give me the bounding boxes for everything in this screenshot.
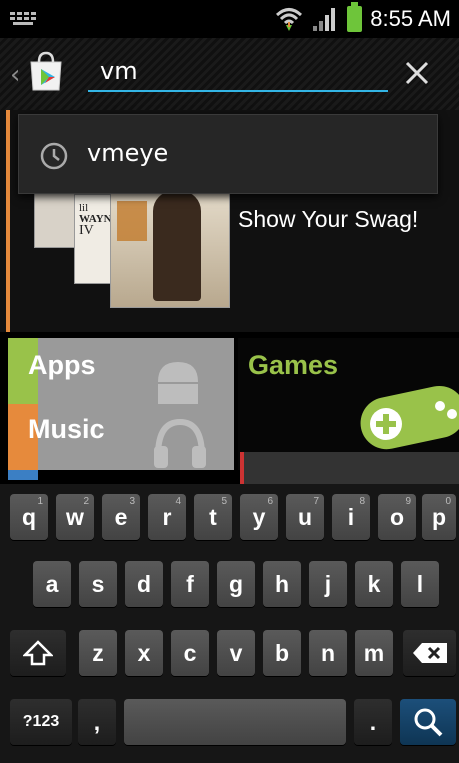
category-music-label: Music: [28, 414, 105, 444]
category-movies-tile[interactable]: [240, 452, 459, 484]
shift-arrow-icon: [23, 640, 53, 666]
key-p[interactable]: p0: [422, 494, 456, 540]
wifi-icon: [276, 8, 303, 31]
books-color-stripe: [8, 470, 38, 480]
key-a[interactable]: a: [33, 561, 71, 607]
category-apps-tile[interactable]: Apps: [8, 338, 234, 412]
featured-promo-text: Show Your Swag!: [238, 206, 419, 232]
key-o[interactable]: o9: [378, 494, 416, 540]
search-key[interactable]: [400, 699, 456, 745]
key-b[interactable]: b: [263, 630, 301, 676]
gamepad-icon: [360, 385, 459, 450]
backspace-key[interactable]: [403, 630, 456, 676]
key-r[interactable]: r4: [148, 494, 186, 540]
search-suggestion-item[interactable]: vmeye: [18, 114, 438, 194]
headphones-icon: [154, 418, 206, 468]
category-games-label: Games: [248, 350, 339, 380]
category-games-tile[interactable]: Games: [238, 338, 459, 470]
search-bar: ‹: [0, 38, 459, 110]
featured-accent-stripe: [6, 110, 10, 332]
play-store-icon[interactable]: [25, 50, 67, 92]
key-h[interactable]: h: [263, 561, 301, 607]
period-key[interactable]: .: [354, 699, 392, 745]
battery-icon: [347, 2, 363, 32]
space-key[interactable]: [124, 699, 346, 745]
close-icon[interactable]: [398, 54, 436, 92]
key-l[interactable]: l: [401, 561, 439, 607]
key-v[interactable]: v: [217, 630, 255, 676]
key-n[interactable]: n: [309, 630, 347, 676]
comma-key[interactable]: ,: [78, 699, 116, 745]
key-m[interactable]: m: [355, 630, 393, 676]
category-music-tile[interactable]: Music: [8, 404, 234, 470]
key-y[interactable]: y6: [240, 494, 278, 540]
history-clock-icon: [40, 142, 68, 170]
key-k[interactable]: k: [355, 561, 393, 607]
key-i[interactable]: i8: [332, 494, 370, 540]
search-input[interactable]: [88, 52, 388, 92]
key-g[interactable]: g: [217, 561, 255, 607]
search-icon: [414, 708, 443, 737]
key-e[interactable]: e3: [102, 494, 140, 540]
signal-icon: [313, 8, 336, 31]
status-time: 8:55 AM: [370, 6, 451, 31]
key-c[interactable]: c: [171, 630, 209, 676]
key-q[interactable]: q1: [10, 494, 48, 540]
suggestion-text: vmeye: [87, 139, 169, 167]
key-d[interactable]: d: [125, 561, 163, 607]
back-chevron-icon[interactable]: ‹: [10, 60, 20, 90]
key-x[interactable]: x: [125, 630, 163, 676]
key-u[interactable]: u7: [286, 494, 324, 540]
key-t[interactable]: t5: [194, 494, 232, 540]
category-apps-label: Apps: [28, 350, 96, 380]
status-icons: 8:55 AM: [275, 2, 451, 34]
backspace-icon: [412, 643, 447, 663]
album-cover-lil-wayne: lil WAYN IV: [74, 194, 114, 284]
key-z[interactable]: z: [79, 630, 117, 676]
key-f[interactable]: f: [171, 561, 209, 607]
key-w[interactable]: w2: [56, 494, 94, 540]
shift-key[interactable]: [10, 630, 66, 676]
keyboard-indicator-icon: [10, 12, 36, 26]
soft-keyboard: q1 w2 e3 r4 t5 y6 u7 i8 o9 p0 a s d f g …: [0, 484, 459, 763]
key-s[interactable]: s: [79, 561, 117, 607]
status-bar: 8:55 AM: [0, 0, 459, 38]
key-j[interactable]: j: [309, 561, 347, 607]
symbols-key[interactable]: ?123: [10, 699, 72, 745]
